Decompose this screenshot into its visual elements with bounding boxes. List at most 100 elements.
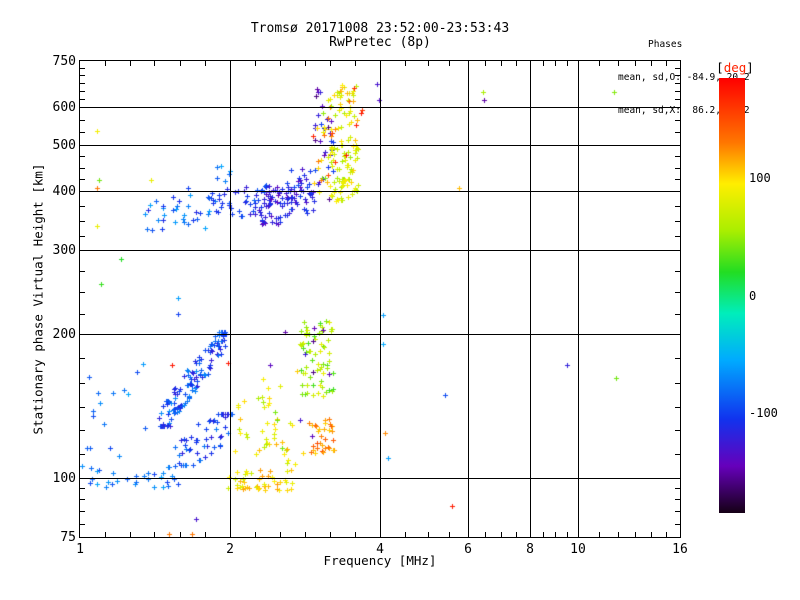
- y-minor-tick: [675, 179, 680, 180]
- y-minor-tick: [80, 454, 85, 455]
- x-minor-tick: [635, 532, 636, 537]
- y-minor-tick: [675, 75, 680, 76]
- y-major-tick: [80, 145, 89, 146]
- y-minor-tick: [80, 511, 85, 512]
- x-minor-tick: [330, 532, 331, 537]
- x-minor-tick: [305, 61, 306, 66]
- x-minor-tick: [666, 532, 667, 537]
- y-major-tick: [671, 145, 680, 146]
- y-gridline: [80, 478, 680, 479]
- x-minor-tick: [618, 61, 619, 66]
- y-major-tick: [671, 334, 680, 335]
- y-major-tick: [80, 191, 89, 192]
- y-gridline: [80, 334, 680, 335]
- plot-title: Tromsø 20171008 23:52:00-23:53:43: [250, 21, 510, 36]
- x-minor-tick: [154, 61, 155, 66]
- x-minor-tick: [205, 61, 206, 66]
- x-minor-tick: [280, 61, 281, 66]
- y-major-tick: [671, 478, 680, 479]
- y-tick-label: 300: [52, 243, 76, 258]
- x-minor-tick: [651, 61, 652, 66]
- x-minor-tick: [130, 61, 131, 66]
- y-gridline: [80, 145, 680, 146]
- colorbar: [719, 78, 745, 513]
- x-minor-tick: [130, 532, 131, 537]
- x-minor-tick: [154, 532, 155, 537]
- y-minor-tick: [80, 75, 85, 76]
- x-minor-tick: [305, 532, 306, 537]
- x-minor-tick: [449, 532, 450, 537]
- y-minor-tick: [80, 132, 85, 133]
- x-minor-tick: [543, 61, 544, 66]
- y-minor-tick: [80, 499, 85, 500]
- x-minor-tick: [485, 61, 486, 66]
- x-major-tick: [380, 528, 381, 537]
- y-gridline: [80, 250, 680, 251]
- x-minor-tick: [428, 61, 429, 66]
- colorbar-tick-label: 0: [749, 288, 757, 303]
- x-minor-tick: [567, 61, 568, 66]
- y-tick-label: 600: [52, 100, 76, 115]
- x-minor-tick: [555, 532, 556, 537]
- x-minor-tick: [635, 61, 636, 66]
- plot-area: [79, 60, 681, 538]
- x-minor-tick: [555, 61, 556, 66]
- y-minor-tick: [675, 221, 680, 222]
- y-minor-tick: [675, 488, 680, 489]
- x-tick-label: 2: [226, 542, 234, 557]
- x-major-tick: [468, 528, 469, 537]
- y-minor-tick: [675, 236, 680, 237]
- y-minor-tick: [675, 430, 680, 431]
- y-minor-tick: [80, 120, 85, 121]
- y-gridline: [80, 191, 680, 192]
- colorbar-units-label: [deg]: [716, 60, 754, 75]
- x-minor-tick: [485, 532, 486, 537]
- colorbar-tick-label: 100: [749, 170, 771, 185]
- y-minor-tick: [80, 292, 85, 293]
- y-minor-tick: [80, 488, 85, 489]
- x-minor-tick: [651, 532, 652, 537]
- y-minor-tick: [80, 524, 85, 525]
- x-minor-tick: [355, 61, 356, 66]
- x-minor-tick: [180, 532, 181, 537]
- x-minor-tick: [405, 61, 406, 66]
- x-tick-label: 1: [76, 542, 84, 557]
- y-minor-tick: [675, 168, 680, 169]
- y-major-tick: [671, 250, 680, 251]
- x-minor-tick: [428, 532, 429, 537]
- x-minor-tick: [618, 532, 619, 537]
- x-gridline: [578, 61, 579, 537]
- x-major-tick: [530, 528, 531, 537]
- x-minor-tick: [105, 532, 106, 537]
- x-minor-tick: [599, 61, 600, 66]
- y-minor-tick: [675, 91, 680, 92]
- y-minor-tick: [675, 83, 680, 84]
- x-major-tick: [578, 528, 579, 537]
- y-major-tick: [80, 478, 89, 479]
- y-minor-tick: [80, 271, 85, 272]
- y-tick-label: 200: [52, 327, 76, 342]
- y-minor-tick: [675, 120, 680, 121]
- y-tick-label: 400: [52, 184, 76, 199]
- x-major-tick: [380, 61, 381, 70]
- colorbar-tick-label: -100: [749, 406, 778, 421]
- x-gridline: [380, 61, 381, 537]
- y-minor-tick: [80, 314, 85, 315]
- x-tick-label: 6: [464, 542, 472, 557]
- y-minor-tick: [675, 499, 680, 500]
- y-axis-title: Stationary phase Virtual Height [km]: [30, 163, 46, 435]
- y-gridline: [80, 107, 680, 108]
- y-major-tick: [80, 107, 89, 108]
- y-major-tick: [80, 250, 89, 251]
- x-minor-tick: [501, 532, 502, 537]
- plot-subtitle: RwPretec (8p): [329, 35, 431, 50]
- x-minor-tick: [205, 532, 206, 537]
- y-minor-tick: [80, 358, 85, 359]
- y-minor-tick: [80, 407, 85, 408]
- y-tick-label: 500: [52, 138, 76, 153]
- x-gridline: [468, 61, 469, 537]
- y-minor-tick: [80, 68, 85, 69]
- x-minor-tick: [516, 532, 517, 537]
- y-minor-tick: [675, 292, 680, 293]
- y-minor-tick: [675, 358, 680, 359]
